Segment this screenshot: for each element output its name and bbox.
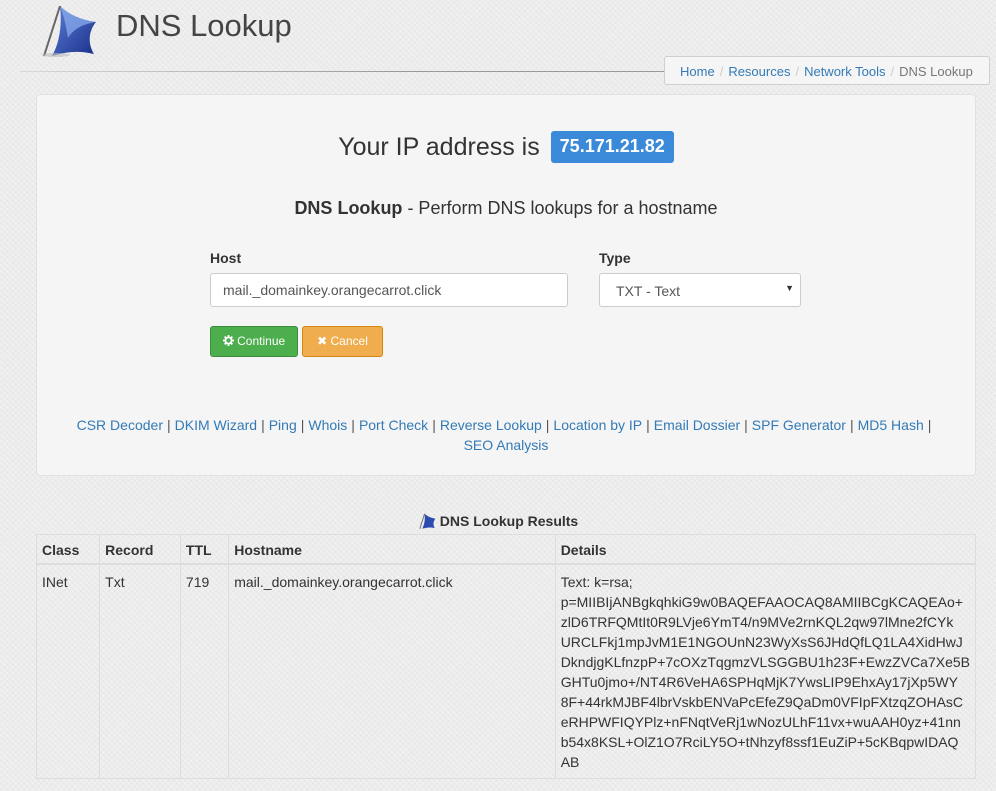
breadcrumb-current: DNS Lookup <box>899 64 973 79</box>
link-separator: | <box>432 417 436 433</box>
type-select-value: TXT - Text <box>616 283 681 299</box>
results-logo-icon <box>419 513 436 529</box>
link-separator: | <box>166 417 171 433</box>
cell-hostname: mail._domainkey.orangecarrot.click <box>228 563 556 779</box>
details-line: zlD6TRFQMtIt0R9LVje6YmT4/n9MVe2rnKQL2qw9… <box>560 614 954 630</box>
tool-link-location-by-ip[interactable]: Location by IP <box>553 417 642 433</box>
cell-record: Txt <box>99 563 181 779</box>
link-separator: | <box>849 417 854 433</box>
breadcrumb-resources[interactable]: Resources <box>728 64 790 79</box>
lookup-panel: Your IP address is 75.171.21.82 DNS Look… <box>36 94 976 476</box>
cell-details: Text: k=rsa; p=MIIBIjANBgkqhkiG9w0BAQEFA… <box>554 563 977 779</box>
column-header-ttl: TTL <box>179 534 230 565</box>
breadcrumb: Home / Resources / Network Tools / DNS Lookup <box>664 56 990 85</box>
header-divider <box>20 71 665 72</box>
details-line: b54x8KSL+OlZ1O7RciLY5O+tNhzyf8ssf1EuZiP+… <box>560 734 959 750</box>
tool-link-csr-decoder[interactable]: CSR Decoder <box>77 417 163 433</box>
breadcrumb-home[interactable]: Home <box>680 64 715 79</box>
ip-address-line: Your IP address is 75.171.21.82 <box>37 131 975 163</box>
cancel-button-label: Cancel <box>330 334 368 348</box>
select-caret-icon: ▼ <box>785 283 794 293</box>
link-separator: | <box>927 417 932 433</box>
site-logo-icon[interactable] <box>38 2 98 58</box>
cell-ttl: 719 <box>179 563 230 779</box>
column-header-hostname: Hostname <box>228 534 556 565</box>
details-line: AB <box>560 754 580 770</box>
tool-link-dkim-wizard[interactable]: DKIM Wizard <box>175 417 257 433</box>
tool-link-reverse-lookup[interactable]: Reverse Lookup <box>440 417 542 433</box>
cancel-button[interactable]: ✖ Cancel <box>302 326 383 357</box>
tool-link-seo-analysis[interactable]: SEO Analysis <box>464 437 549 453</box>
continue-button-label: Continue <box>237 334 286 348</box>
type-select[interactable]: TXT - Text ▼ <box>599 273 801 307</box>
tool-links: CSR Decoder | DKIM Wizard | Ping | Whois | Port … <box>47 415 965 455</box>
breadcrumb-separator: / <box>795 64 800 79</box>
breadcrumb-separator: / <box>890 64 895 79</box>
column-header-details: Details <box>554 534 977 565</box>
form-subtitle-text: - Perform DNS lookups for a hostname <box>402 198 718 218</box>
host-label: Host <box>210 250 242 266</box>
type-label: Type <box>599 250 631 266</box>
host-input[interactable] <box>210 273 568 307</box>
form-subtitle: DNS Lookup - Perform DNS lookups for a h… <box>37 198 975 219</box>
link-separator: | <box>300 417 305 433</box>
tool-link-port-check[interactable]: Port Check <box>359 417 428 433</box>
table-row: INet Txt 719 mail._domainkey.orangecarro… <box>35 563 977 779</box>
breadcrumb-separator: / <box>719 64 724 79</box>
ip-address-badge: 75.171.21.82 <box>550 131 674 163</box>
details-line: DkndjgKLfnzpP+7cOXzTqgmzVLSGGBU1h23F+Ewz… <box>560 654 970 670</box>
results-title: DNS Lookup Results <box>0 512 996 530</box>
gear-icon <box>222 335 234 346</box>
details-line: Text: k=rsa; <box>560 574 633 590</box>
results-header-row: Class Record TTL Hostname Details <box>35 534 977 565</box>
link-separator: | <box>744 417 748 433</box>
tool-link-ping[interactable]: Ping <box>269 417 297 433</box>
results-title-text: DNS Lookup Results <box>439 513 579 529</box>
column-header-class: Class <box>35 534 101 565</box>
link-separator: | <box>261 417 265 433</box>
cell-class: INet <box>35 563 101 779</box>
details-line: GHTu0jmo+/NT4R6VeHA6SPHqMjK7YwsLIP9EhxAy… <box>560 674 958 690</box>
tool-link-email-dossier[interactable]: Email Dossier <box>654 417 740 433</box>
details-line: p=MIIBIjANBgkqhkiG9w0BAQEFAAOCAQ8AMIIBCg… <box>560 594 963 610</box>
column-header-record: Record <box>99 534 181 565</box>
tool-link-whois[interactable]: Whois <box>308 417 347 433</box>
close-icon: ✖ <box>317 334 328 348</box>
link-separator: | <box>351 417 355 433</box>
tool-link-md5-hash[interactable]: MD5 Hash <box>858 417 924 433</box>
details-line: URCLFkj1mpJvM1E1NGOUnN23WyXsS6JHdQfLQ1LA… <box>560 634 963 650</box>
details-line: 8F+44rkMJBF4lbrVskbENVaPcEfeZ9QaDm0VFIpF… <box>560 694 964 710</box>
details-line: eRHPWFIQYPlz+nFNqtVeRj1wNozULhF11vx+wuAA… <box>560 714 961 730</box>
site-title: DNS Lookup <box>116 8 292 43</box>
ip-prefix-text: Your IP address is <box>338 133 540 161</box>
form-subtitle-bold: DNS Lookup <box>294 198 403 218</box>
link-separator: | <box>545 417 550 433</box>
continue-button[interactable]: Continue <box>210 326 298 357</box>
results-table: Class Record TTL Hostname Details INet T… <box>35 534 977 779</box>
link-separator: | <box>646 417 650 433</box>
breadcrumb-network-tools[interactable]: Network Tools <box>804 64 885 79</box>
tool-link-spf-generator[interactable]: SPF Generator <box>752 417 846 433</box>
